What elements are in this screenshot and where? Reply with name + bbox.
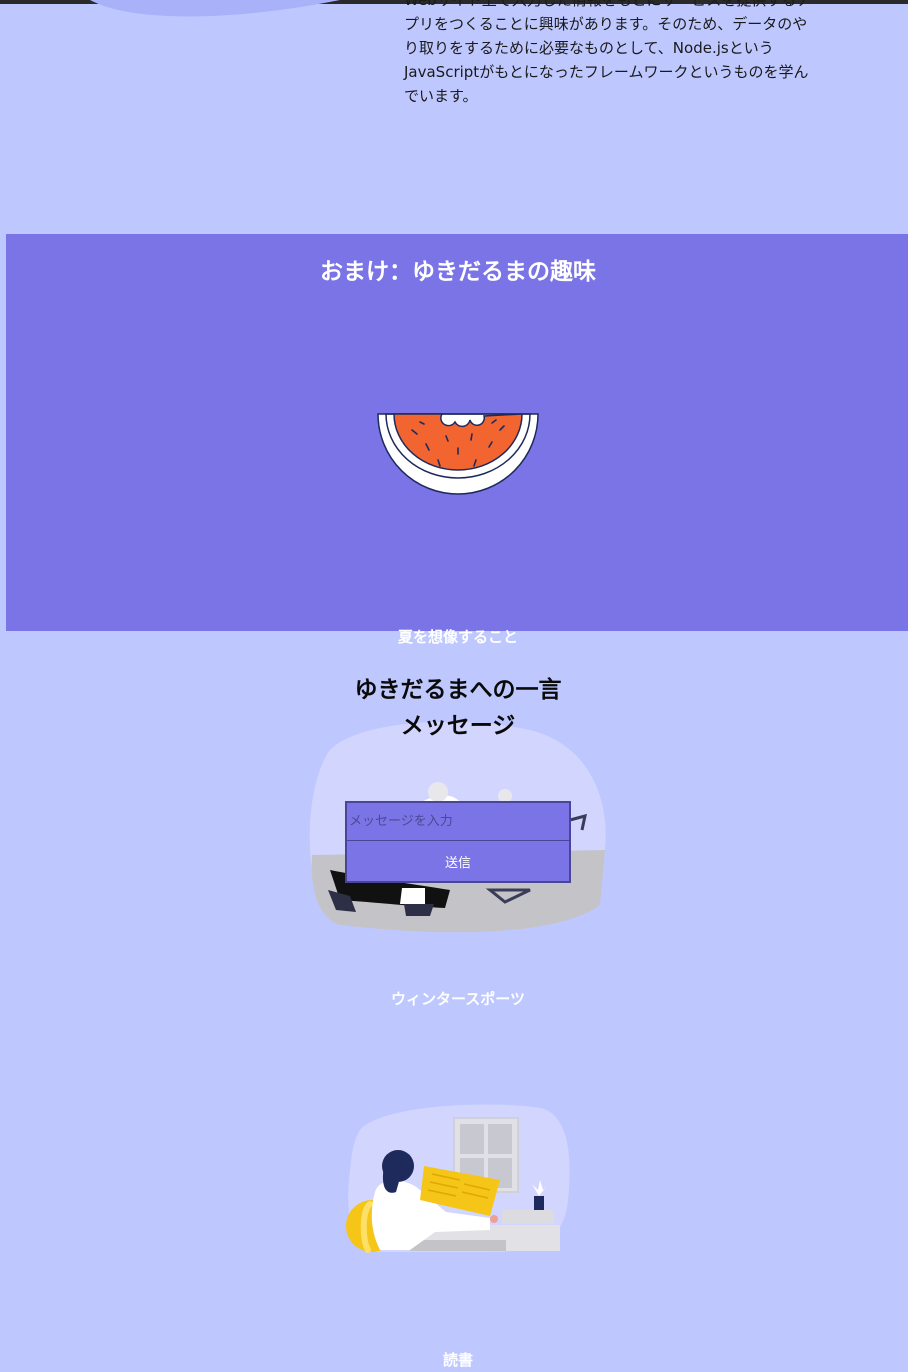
reading-illustration [346,1104,570,1253]
message-title-line2: メッセージ [400,713,516,739]
message-section-title: ゆきだるまへの一言 メッセージ [0,672,908,744]
hobby-caption-reading: 読書 [442,1351,473,1369]
message-title-line1: ゆきだるまへの一言 [354,677,562,703]
hobby-section-title: おまけ：ゆきだるまの趣味 [320,259,596,285]
message-form: 送信 [345,801,571,883]
message-input[interactable] [347,803,569,841]
send-button[interactable]: 送信 [347,841,569,881]
intro-blob-decoration [90,0,340,17]
hobby-caption-winter-sports: ウィンタースポーツ [391,990,525,1008]
intro-paragraph: Webサイト上で入力した情報をもとにサービスを提供するアプリをつくることに興味が… [404,0,812,105]
hobby-caption-summer: 夏を想像すること [397,628,518,646]
watermelon-icon [377,413,539,495]
